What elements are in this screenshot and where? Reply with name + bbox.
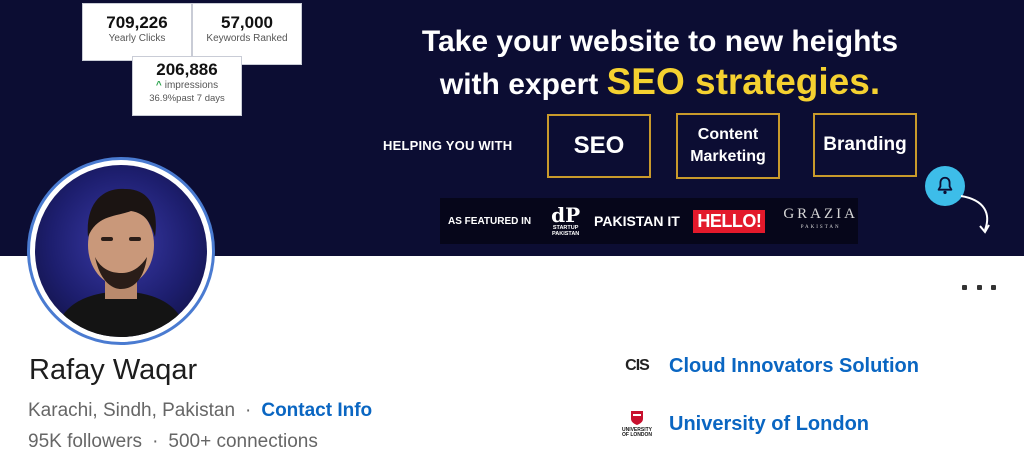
pakistan-it-logo: PAKISTAN IT (594, 213, 680, 229)
more-dot (991, 284, 996, 290)
startup-pakistan-mark: dP (551, 203, 581, 227)
helping-label: HELPING YOU WITH (383, 138, 513, 153)
service-content-line2: Marketing (690, 148, 766, 165)
keywords-ranked-value: 57,000 (221, 13, 273, 32)
separator-dot: · (152, 431, 159, 452)
followers-count: 95K followers (28, 431, 143, 452)
service-content-line1: Content (697, 126, 759, 143)
profile-name: Rafay Waqar (29, 354, 198, 386)
profile-location: Karachi, Sindh, Pakistan (28, 400, 236, 421)
hello-logo: HELLO! (693, 209, 766, 233)
more-dot (976, 284, 982, 290)
service-seo: SEO (547, 114, 651, 178)
yearly-clicks-value: 709,226 (106, 13, 168, 32)
cis-logo-text: CIS (625, 357, 650, 374)
grazia-title: GRAZIA (783, 206, 858, 222)
contact-info-link[interactable]: Contact Info (261, 400, 372, 421)
impressions-card: 206,886 ^ impressions 36.9%past 7 days (132, 56, 242, 116)
impressions-value: 206,886 (156, 60, 218, 79)
education-school[interactable]: UNIVERSITY OF LONDON University of Londo… (617, 404, 869, 444)
profile-photo-frame[interactable] (27, 157, 215, 345)
impressions-label: impressions (164, 80, 219, 91)
connections-count[interactable]: 500+ connections (168, 431, 317, 452)
service-content-marketing: Content Marketing (676, 113, 780, 179)
school-logo: UNIVERSITY OF LONDON (617, 404, 657, 444)
company-name[interactable]: Cloud Innovators Solution (669, 355, 919, 378)
headline-line1: Take your website to new heights (421, 25, 899, 58)
current-company[interactable]: CIS Cloud Innovators Solution (617, 346, 919, 386)
separator-dot: · (245, 400, 252, 421)
keywords-ranked-label: Keywords Ranked (206, 33, 288, 44)
trend-up-icon: ^ (155, 80, 162, 91)
grazia-logo: GRAZIA PAKISTAN (783, 207, 858, 235)
grazia-subtitle: PAKISTAN (800, 225, 841, 230)
featured-label: AS FEATURED IN (448, 215, 532, 227)
headline-line2-prefix: with expert (439, 68, 607, 101)
university-crest-icon: UNIVERSITY OF LONDON (622, 410, 652, 438)
crest-shield-icon (630, 411, 643, 425)
school-name[interactable]: University of London (669, 413, 869, 436)
banner-headline: Take your website to new heights with ex… (380, 22, 940, 105)
more-dot (962, 284, 967, 290)
impressions-trend: 36.9%past 7 days (149, 93, 225, 104)
featured-in-strip: AS FEATURED IN dP STARTUP PAKISTAN PAKIS… (440, 198, 858, 244)
avatar-person-icon (55, 188, 187, 337)
startup-pakistan-logo: dP STARTUP PAKISTAN (545, 205, 586, 237)
yearly-clicks-card: 709,226 Yearly Clicks (82, 3, 192, 61)
location-line: Karachi, Sindh, Pakistan · Contact Info (28, 400, 372, 422)
startup-pakistan-line2: PAKISTAN (551, 231, 580, 237)
bell-glyph-icon (937, 176, 953, 195)
yearly-clicks-label: Yearly Clicks (108, 33, 166, 44)
headline-accent: SEO strategies. (606, 61, 881, 102)
more-options-icon[interactable] (962, 280, 996, 294)
network-line: 95K followers · 500+ connections (28, 431, 318, 453)
headline-line2: with expert SEO strategies. (380, 62, 940, 105)
profile-photo[interactable] (35, 165, 207, 337)
service-branding: Branding (813, 113, 917, 177)
uol-logo-line2: OF LONDON (621, 432, 652, 438)
curved-arrow-icon (960, 195, 990, 234)
company-logo: CIS (617, 346, 657, 386)
impressions-label-row: ^ impressions (133, 80, 241, 92)
